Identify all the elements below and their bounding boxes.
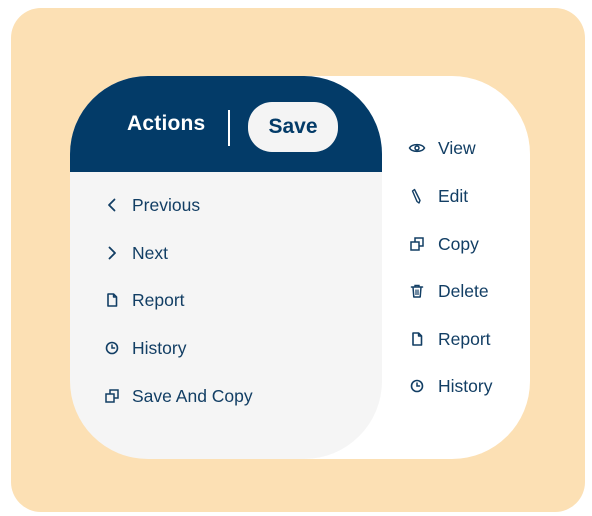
menu-item-report[interactable]: Report (408, 325, 491, 353)
menu-item-label: Report (132, 289, 185, 310)
menu-item-history[interactable]: History (408, 372, 492, 400)
menu-item-label: History (132, 337, 187, 358)
menu-item-label: History (438, 375, 493, 396)
menu-item-copy[interactable]: Copy (408, 230, 479, 258)
actions-title: Actions (127, 112, 206, 135)
menu-item-view[interactable]: View (408, 134, 476, 162)
menu-item-label: Next (132, 242, 168, 263)
document-icon (104, 292, 120, 308)
menu-item-next[interactable]: Next (104, 239, 168, 267)
menu-item-edit[interactable]: Edit (408, 182, 468, 210)
menu-item-history[interactable]: History (104, 334, 186, 362)
menu-item-label: Delete (438, 280, 489, 301)
chevron-right-icon (104, 245, 120, 261)
menu-item-report[interactable]: Report (104, 286, 185, 314)
copy-icon (104, 388, 120, 404)
menu-item-delete[interactable]: Delete (408, 277, 489, 305)
copy-icon (408, 236, 426, 252)
menu-item-label: Report (438, 328, 491, 349)
eye-icon (408, 140, 426, 156)
menu-item-label: Save And Copy (132, 385, 253, 406)
clock-icon (408, 378, 426, 394)
header-divider (228, 110, 230, 146)
save-button[interactable]: Save (248, 102, 338, 152)
menu-item-label: Copy (438, 233, 479, 254)
clock-icon (104, 340, 120, 356)
trash-icon (408, 283, 426, 299)
document-icon (408, 331, 426, 347)
menu-item-label: Edit (438, 185, 469, 206)
menu-item-label: View (438, 137, 476, 158)
actions-header: Actions Save (70, 76, 382, 172)
menu-item-previous[interactable]: Previous (104, 191, 200, 219)
primary-actions-panel: Actions Save Previous Next Report Histor… (70, 76, 382, 459)
menu-item-save-and-copy[interactable]: Save And Copy (104, 382, 253, 410)
pencil-icon (408, 188, 426, 204)
menu-item-label: Previous (132, 194, 201, 215)
chevron-left-icon (104, 197, 120, 213)
